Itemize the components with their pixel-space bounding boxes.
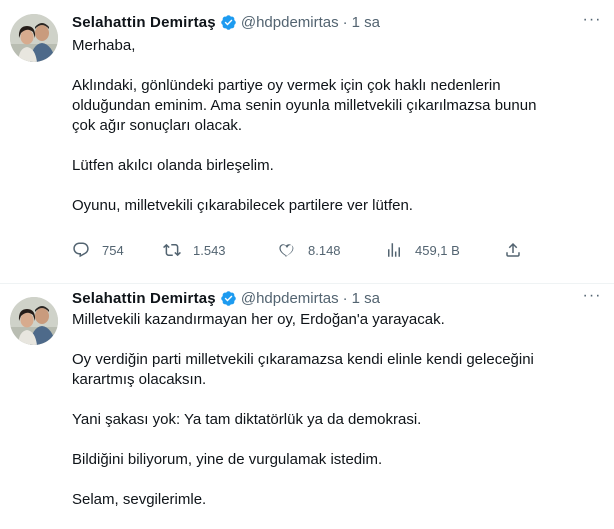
tweet-paragraph: Oy verdiğin parti milletvekili çıkaramaz… [72,351,534,388]
retweet-icon [163,241,181,259]
separator-dot: · [342,289,348,307]
tweet-paragraph: Yani şakası yok: Ya tam diktatörlük ya d… [72,411,422,428]
tweet[interactable]: Selahattin Demirtaş @hdpdemirtas · 1 sa … [0,0,614,284]
retweet-count: 1.543 [193,242,226,258]
tweet-paragraph: Bildiğini biliyorum, yine de vurgulamak … [72,451,383,468]
more-icon[interactable]: ··· [582,286,602,306]
tweet-text: Merhaba, Aklındaki, gönlündeki partiye o… [72,36,602,216]
tweet-timestamp[interactable]: 1 sa [352,14,380,31]
tweet-header: Selahattin Demirtaş @hdpdemirtas · 1 sa [72,288,380,308]
avatar[interactable] [10,14,58,62]
reply-icon [72,241,90,259]
tweet-paragraph: Merhaba, [72,37,136,54]
separator-dot: · [342,13,348,31]
author-handle[interactable]: @hdpdemirtas [241,14,339,31]
views-icon [385,241,403,259]
tweet-paragraph: Milletvekili kazandırmayan her oy, Erdoğ… [72,311,445,328]
like-count: 8.148 [308,242,341,258]
like-button[interactable]: 8.148 [278,241,341,259]
reply-count: 754 [102,242,124,258]
avatar[interactable] [10,297,58,345]
share-icon [504,241,522,259]
tweet-paragraph: Oyunu, milletvekili çıkarabilecek partil… [72,197,413,214]
tweet-paragraph: Aklındaki, gönlündeki partiye oy vermek … [72,77,537,134]
verified-badge-icon [220,14,237,31]
tweet-actions: 754 1.543 8.148 459,1 B [72,240,532,260]
tweet-timestamp[interactable]: 1 sa [352,290,380,307]
author-name[interactable]: Selahattin Demirtaş [72,290,216,307]
author-name[interactable]: Selahattin Demirtaş [72,14,216,31]
views-count: 459,1 B [415,242,460,258]
retweet-button[interactable]: 1.543 [163,241,226,259]
tweet-paragraph: Selam, sevgilerimle. [72,491,207,508]
like-icon [278,241,296,259]
tweet[interactable]: Selahattin Demirtaş @hdpdemirtas · 1 sa … [0,284,614,529]
tweet-header: Selahattin Demirtaş @hdpdemirtas · 1 sa [72,12,380,32]
reply-button[interactable]: 754 [72,241,124,259]
share-button[interactable] [504,241,522,259]
verified-badge-icon [220,290,237,307]
tweet-paragraph: Lütfen akılcı olanda birleşelim. [72,157,274,174]
tweet-text: Milletvekili kazandırmayan her oy, Erdoğ… [72,310,602,510]
more-icon[interactable]: ··· [582,10,602,30]
author-handle[interactable]: @hdpdemirtas [241,290,339,307]
views-button[interactable]: 459,1 B [385,241,460,259]
